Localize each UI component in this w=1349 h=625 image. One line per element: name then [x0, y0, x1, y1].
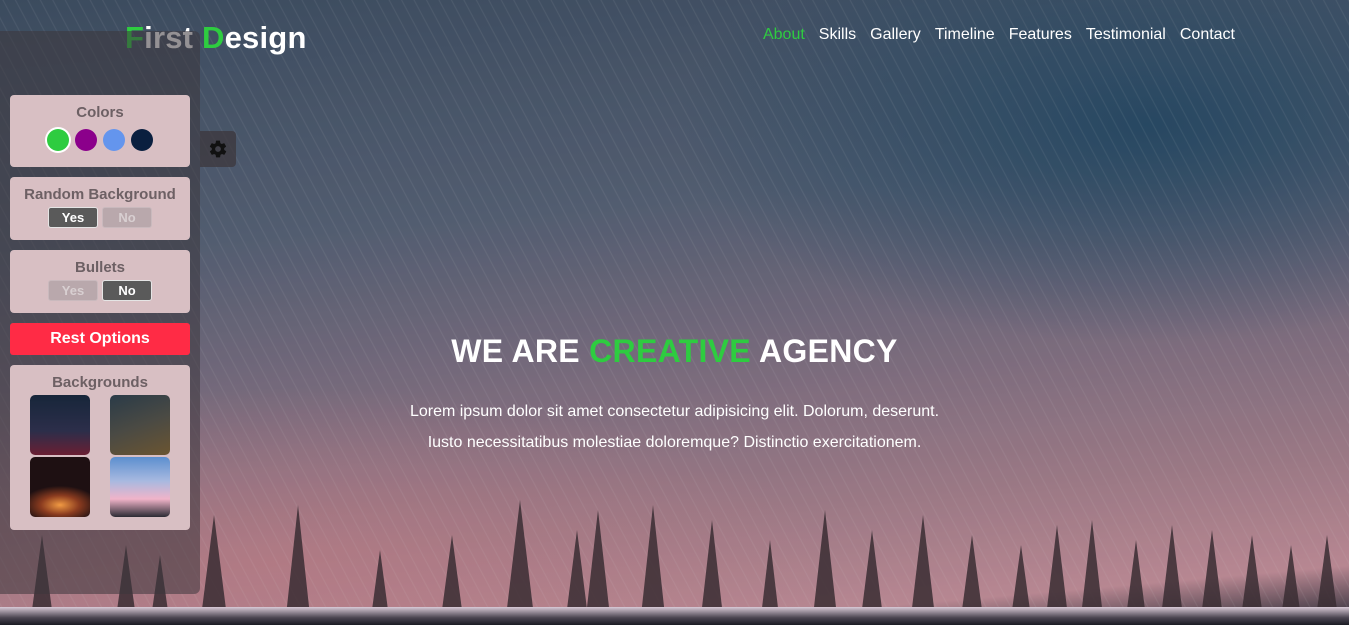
nav-testimonial[interactable]: Testimonial [1086, 26, 1166, 44]
bullets-panel: Bullets Yes No [10, 250, 190, 313]
bullets-title: Bullets [74, 259, 125, 276]
headline-accent: CREATIVE [589, 333, 751, 369]
random-background-panel: Random Background Yes No [10, 177, 190, 240]
nav-skills[interactable]: Skills [819, 26, 856, 44]
ground-strip [0, 607, 1349, 625]
hero-background [0, 0, 1349, 625]
headline-pre: WE ARE [451, 333, 580, 369]
lead-line-1: Lorem ipsum dolor sit amet consectetur a… [409, 403, 940, 420]
nav-contact[interactable]: Contact [1180, 26, 1235, 44]
color-swatch-blue[interactable] [103, 129, 125, 151]
colors-title: Colors [76, 104, 124, 121]
random-background-title: Random Background [24, 186, 176, 203]
settings-toggle-button[interactable] [200, 131, 236, 167]
random-background-no[interactable]: No [102, 207, 152, 228]
background-thumbnails [10, 395, 190, 517]
background-thumb-1[interactable] [30, 395, 90, 455]
reset-options-button[interactable]: Rest Options [10, 323, 190, 355]
color-swatch-green[interactable] [47, 129, 69, 151]
hero-headline: WE ARE CREATIVE AGENCY [0, 333, 1349, 370]
bullets-no[interactable]: No [102, 280, 152, 301]
color-options [10, 129, 190, 151]
lead-line-2: Iusto necessitatibus molestiae doloremqu… [427, 434, 922, 451]
bullets-toggle: Yes No [10, 280, 190, 301]
backgrounds-panel: Backgrounds [10, 365, 190, 530]
color-swatch-navy[interactable] [131, 129, 153, 151]
background-thumb-3[interactable] [30, 457, 90, 517]
logo-letter-d: D [202, 20, 225, 55]
colors-panel: Colors [10, 95, 190, 167]
nav-timeline[interactable]: Timeline [935, 26, 995, 44]
nav-about[interactable]: About [763, 26, 805, 44]
random-background-toggle: Yes No [10, 207, 190, 228]
backgrounds-title: Backgrounds [52, 374, 148, 391]
nav-features[interactable]: Features [1009, 26, 1072, 44]
headline-post: AGENCY [758, 333, 898, 369]
hero-lead: Lorem ipsum dolor sit amet consectetur a… [0, 396, 1349, 458]
background-thumb-4[interactable] [110, 457, 170, 517]
nav-gallery[interactable]: Gallery [870, 26, 921, 44]
logo-word-design: esign [224, 20, 307, 55]
main-nav: About Skills Gallery Timeline Features T… [763, 26, 1235, 44]
gear-icon [209, 140, 227, 158]
background-thumb-2[interactable] [110, 395, 170, 455]
color-swatch-purple[interactable] [75, 129, 97, 151]
bullets-yes[interactable]: Yes [48, 280, 98, 301]
random-background-yes[interactable]: Yes [48, 207, 98, 228]
tree-silhouettes [30, 500, 1339, 625]
